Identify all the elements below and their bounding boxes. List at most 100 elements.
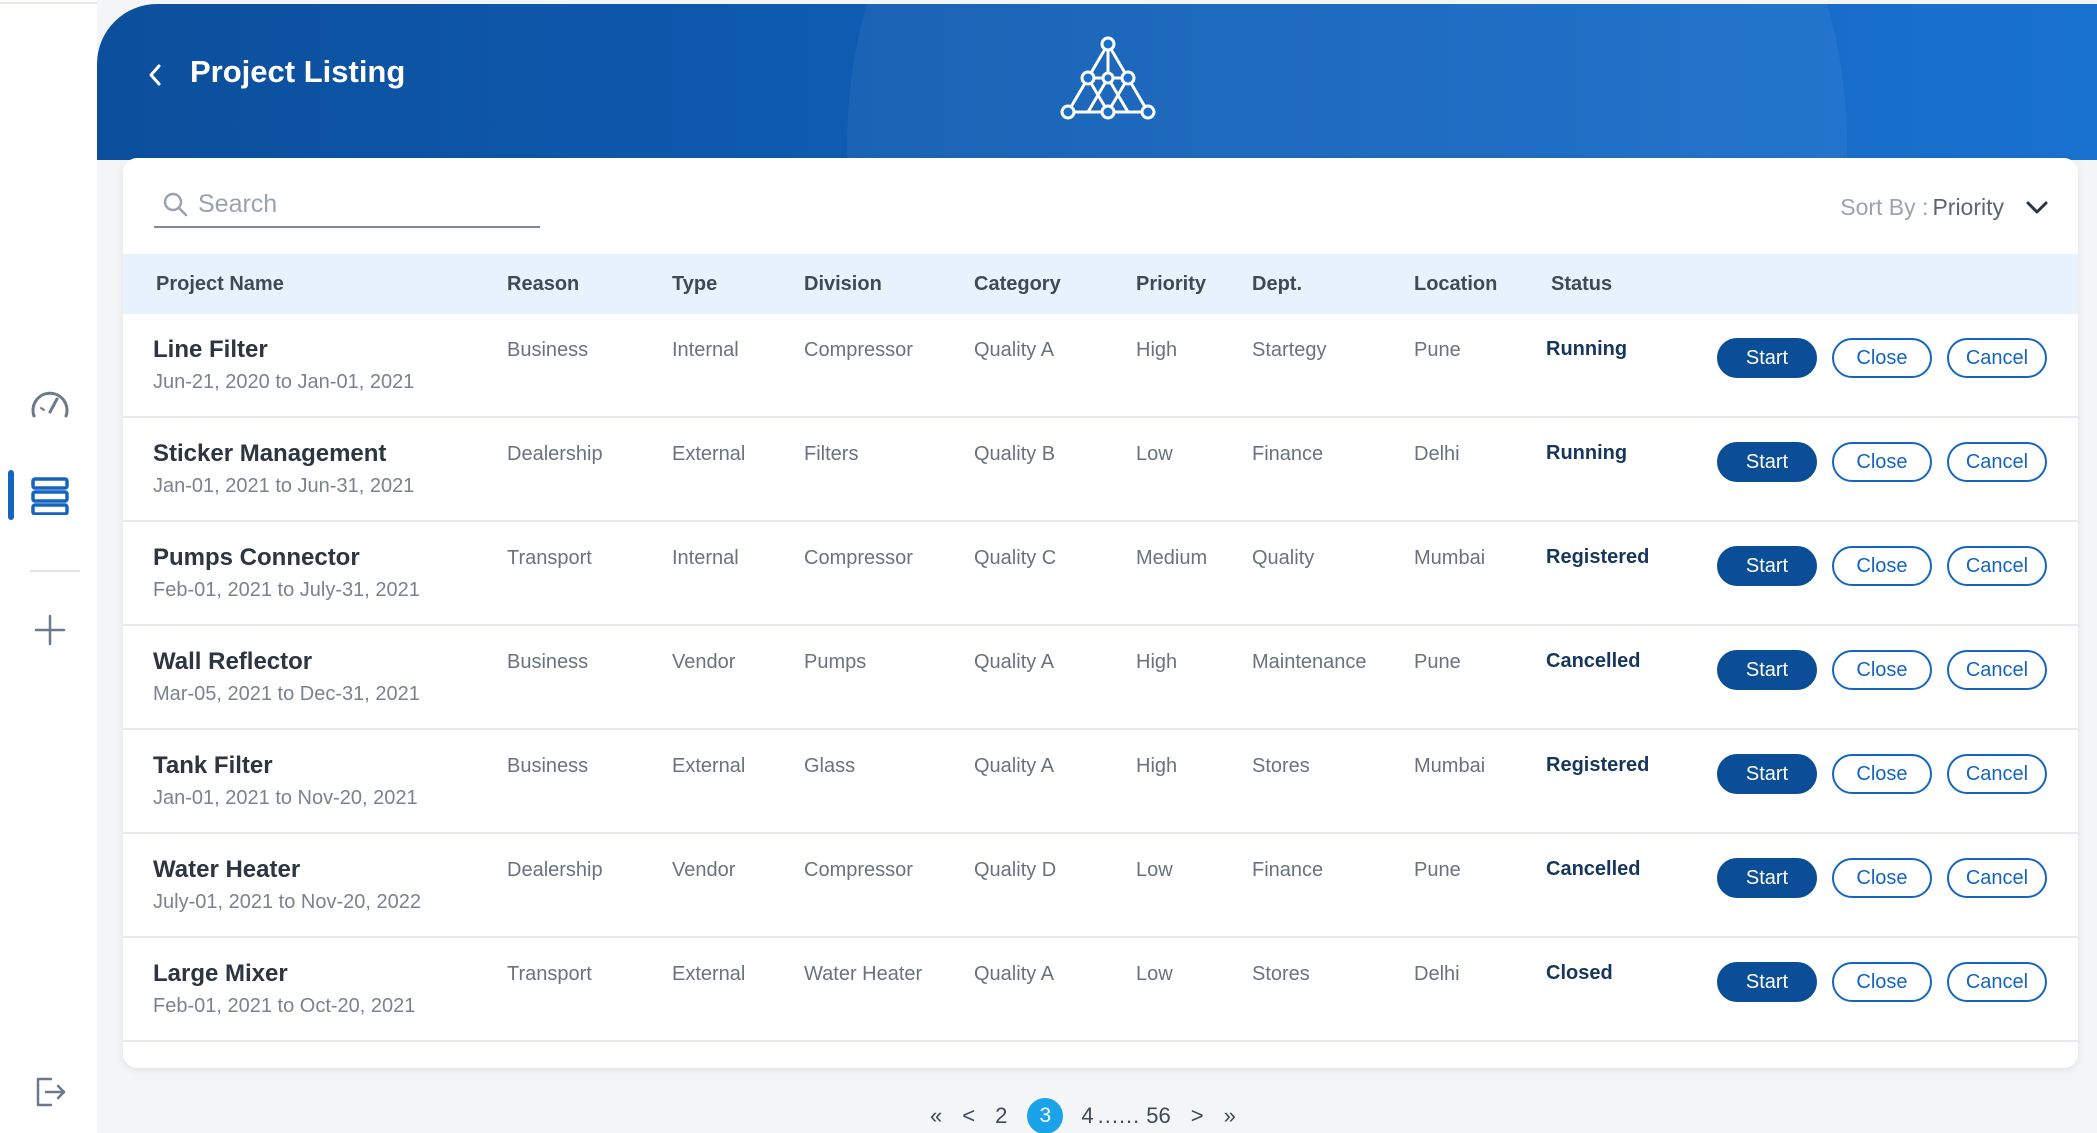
status-badge: Cancelled (1546, 650, 1641, 672)
sidebar-divider (30, 570, 80, 572)
close-button[interactable]: Close (1832, 754, 1932, 794)
column-header-location[interactable]: Location (1414, 273, 1497, 296)
division-cell: Pumps (804, 651, 867, 673)
reason-cell: Dealership (507, 443, 603, 465)
project-dates: Feb-01, 2021 to Oct-20, 2021 (153, 995, 416, 1017)
table-row[interactable]: Pumps Connector Feb-01, 2021 to July-31,… (123, 522, 2078, 626)
close-button[interactable]: Close (1832, 650, 1932, 690)
sort-dropdown[interactable]: Sort By : Priority (1840, 194, 2048, 221)
project-name: Wall Reflector (153, 648, 313, 675)
priority-cell: Low (1136, 859, 1173, 881)
status-badge: Registered (1546, 546, 1650, 568)
reason-cell: Business (507, 651, 589, 673)
column-header-priority[interactable]: Priority (1136, 273, 1206, 296)
type-cell: Internal (672, 547, 739, 569)
table-row[interactable]: Line Filter Jun-21, 2020 to Jan-01, 2021… (123, 314, 2078, 418)
column-header-category[interactable]: Category (974, 273, 1061, 296)
type-cell: Vendor (672, 859, 736, 881)
location-cell: Delhi (1414, 963, 1460, 985)
priority-cell: Low (1136, 963, 1173, 985)
status-badge: Cancelled (1546, 858, 1641, 880)
category-cell: Quality D (974, 859, 1057, 881)
category-cell: Quality A (974, 651, 1055, 673)
project-name: Water Heater (153, 856, 301, 883)
category-cell: Quality A (974, 339, 1055, 361)
sidebar-top-divider (0, 2, 97, 4)
status-badge: Running (1546, 338, 1628, 360)
chevron-down-icon (2026, 201, 2048, 215)
last-page-button[interactable]: » (1224, 1103, 1236, 1129)
cancel-button[interactable]: Cancel (1947, 650, 2047, 690)
database-list-icon[interactable] (28, 474, 72, 518)
status-badge: Closed (1546, 962, 1613, 984)
close-button[interactable]: Close (1832, 858, 1932, 898)
type-cell: External (672, 443, 746, 465)
table-row[interactable]: Large Mixer Feb-01, 2021 to Oct-20, 2021… (123, 938, 2078, 1042)
table-row[interactable]: Wall Reflector Mar-05, 2021 to Dec-31, 2… (123, 626, 2078, 730)
column-header-division[interactable]: Division (804, 273, 882, 296)
column-header-status[interactable]: Status (1551, 273, 1612, 296)
speedometer-icon[interactable] (28, 382, 72, 426)
table-row[interactable]: Sticker Management Jan-01, 2021 to Jun-3… (123, 418, 2078, 522)
type-cell: External (672, 963, 746, 985)
table-row[interactable]: Water Heater July-01, 2021 to Nov-20, 20… (123, 834, 2078, 938)
project-name: Sticker Management (153, 440, 387, 467)
project-dates: Jan-01, 2021 to Nov-20, 2021 (153, 787, 418, 809)
search-icon (162, 191, 190, 217)
category-cell: Quality B (974, 443, 1056, 465)
last-page-number[interactable]: 56 (1146, 1103, 1170, 1129)
close-button[interactable]: Close (1832, 338, 1932, 378)
start-button[interactable]: Start (1717, 858, 1817, 898)
first-page-button[interactable]: « (930, 1103, 942, 1129)
logout-icon[interactable] (28, 1070, 72, 1114)
close-button[interactable]: Close (1832, 546, 1932, 586)
page-button[interactable]: 4 (1081, 1103, 1093, 1129)
column-header-dept[interactable]: Dept. (1252, 273, 1302, 296)
reason-cell: Business (507, 339, 589, 361)
next-page-button[interactable]: > (1191, 1103, 1204, 1129)
search-box (154, 182, 540, 228)
cancel-button[interactable]: Cancel (1947, 858, 2047, 898)
cancel-button[interactable]: Cancel (1947, 442, 2047, 482)
start-button[interactable]: Start (1717, 338, 1817, 378)
division-cell: Glass (804, 755, 856, 777)
location-cell: Pune (1414, 859, 1461, 881)
sidebar-active-indicator (8, 470, 14, 520)
project-dates: July-01, 2021 to Nov-20, 2022 (153, 891, 421, 913)
close-button[interactable]: Close (1832, 442, 1932, 482)
prev-page-button[interactable]: < (962, 1103, 975, 1129)
cancel-button[interactable]: Cancel (1947, 962, 2047, 1002)
location-cell: Delhi (1414, 443, 1460, 465)
reason-cell: Business (507, 755, 589, 777)
type-cell: Vendor (672, 651, 736, 673)
start-button[interactable]: Start (1717, 754, 1817, 794)
dept-cell: Stores (1252, 963, 1310, 985)
priority-cell: High (1136, 339, 1178, 361)
division-cell: Compressor (804, 859, 913, 881)
column-header-project-name[interactable]: Project Name (156, 273, 284, 296)
type-cell: External (672, 755, 746, 777)
back-button[interactable] (143, 60, 167, 90)
status-badge: Registered (1546, 754, 1650, 776)
cancel-button[interactable]: Cancel (1947, 546, 2047, 586)
close-button[interactable]: Close (1832, 962, 1932, 1002)
table-row[interactable]: Tank Filter Jan-01, 2021 to Nov-20, 2021… (123, 730, 2078, 834)
column-header-reason[interactable]: Reason (507, 273, 579, 296)
start-button[interactable]: Start (1717, 650, 1817, 690)
cancel-button[interactable]: Cancel (1947, 754, 2047, 794)
start-button[interactable]: Start (1717, 546, 1817, 586)
division-cell: Compressor (804, 547, 913, 569)
search-input[interactable] (198, 189, 528, 219)
division-cell: Compressor (804, 339, 913, 361)
header-decoration (847, 4, 1847, 160)
cancel-button[interactable]: Cancel (1947, 338, 2047, 378)
plus-icon[interactable] (28, 608, 72, 652)
current-page[interactable]: 3 (1027, 1098, 1064, 1133)
project-dates: Mar-05, 2021 to Dec-31, 2021 (153, 683, 420, 705)
sort-label: Sort By : (1840, 194, 1929, 220)
start-button[interactable]: Start (1717, 442, 1817, 482)
dept-cell: Finance (1252, 443, 1324, 465)
column-header-type[interactable]: Type (672, 273, 717, 296)
start-button[interactable]: Start (1717, 962, 1817, 1002)
page-button[interactable]: 2 (995, 1103, 1007, 1129)
